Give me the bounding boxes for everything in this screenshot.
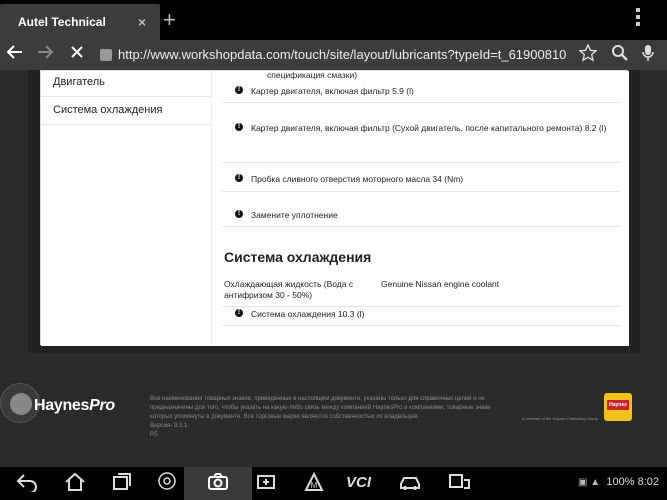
browser-toolbar: http://www.workshopdata.com/touch/site/l… — [0, 40, 667, 70]
row-text: Картер двигателя, включая фильтр 5.9 (l) — [251, 86, 414, 96]
row-text: Система охлаждения 10.3 (l) — [251, 309, 365, 319]
browser-tab[interactable]: Autel Technical × — [0, 4, 160, 40]
star-icon[interactable] — [578, 43, 598, 67]
sidebar: Двигатель Система охлаждения — [41, 71, 211, 346]
section-title: Система охлаждения — [224, 249, 372, 265]
page-footer: HaynesPro Все наименования товарных знак… — [0, 383, 667, 467]
url-field[interactable]: http://www.workshopdata.com/touch/site/l… — [118, 47, 570, 62]
info-icon: ! — [235, 123, 243, 131]
content-panel: Двигатель Система охлаждения спецификаци… — [40, 70, 629, 346]
info-icon: ! — [235, 174, 243, 182]
remote-support-icon[interactable] — [448, 472, 472, 497]
arrow-left-icon[interactable] — [6, 43, 24, 66]
microphone-icon[interactable] — [641, 44, 655, 67]
back-icon[interactable] — [16, 472, 38, 497]
system-nav-bar: M VCI ▣ ▲ 100% 8:02 — [0, 467, 667, 500]
svg-text:M: M — [311, 481, 318, 490]
screen-capture-icon[interactable] — [256, 472, 276, 497]
new-tab-icon[interactable]: + — [163, 7, 176, 33]
divider — [222, 306, 620, 307]
info-icon: ! — [235, 210, 243, 218]
refresh-icon[interactable] — [68, 43, 86, 66]
list-item: спецификация смазки) — [222, 70, 620, 80]
maxi-app-icon[interactable]: M — [304, 471, 324, 497]
main-content: спецификация смазки) ! Картер двигателя,… — [211, 70, 629, 346]
list-item: ! Пробка сливного отверстия моторного ма… — [222, 174, 620, 192]
status-bar: 100% 8:02 — [606, 476, 659, 488]
list-item: ! Картер двигателя, включая фильтр 5.9 (… — [222, 86, 620, 103]
page-icon — [100, 49, 112, 61]
row-text: Картер двигателя, включая фильтр (Сухой … — [251, 123, 607, 133]
recent-apps-icon[interactable] — [112, 472, 132, 497]
spec-fragment: спецификация смазки) — [267, 70, 358, 80]
sidebar-item-label: Двигатель — [53, 76, 105, 88]
vci-icon[interactable]: VCI — [346, 472, 371, 494]
spec-value: Genuine Nissan engine coolant — [381, 279, 500, 289]
arrow-right-icon[interactable] — [36, 43, 54, 66]
sidebar-item-engine[interactable]: Двигатель — [41, 71, 211, 97]
list-item: ! Система охлаждения 10.3 (l) — [222, 309, 620, 326]
member-text: A member of the Haynes Publishing Group — [522, 416, 598, 421]
status-icons: ▣ ▲ — [578, 477, 601, 488]
list-item: ! Замените уплотнение — [222, 210, 620, 227]
chrome-icon[interactable] — [158, 472, 176, 495]
page-viewport: Двигатель Система охлаждения спецификаци… — [0, 70, 667, 467]
overflow-menu-icon[interactable] — [636, 8, 642, 26]
battery-text: 100% — [606, 476, 635, 488]
row-text: Замените уплотнение — [251, 210, 338, 220]
haynespro-logo: HaynesPro — [34, 397, 115, 414]
camera-icon[interactable] — [184, 467, 252, 500]
sidebar-item-cooling[interactable]: Система охлаждения — [41, 97, 211, 125]
haynes-badge-icon: Haynes — [604, 393, 632, 421]
spec-label: Охлаждающая жидкость (Вода с антифризом … — [224, 279, 354, 300]
vehicle-icon[interactable] — [398, 472, 422, 497]
sidebar-item-label: Система охлаждения — [53, 104, 163, 116]
clock-text: 8:02 — [637, 476, 659, 488]
list-item: ! Картер двигателя, включая фильтр (Сухо… — [222, 123, 620, 163]
search-icon[interactable] — [611, 44, 629, 67]
tab-title: Autel Technical — [18, 15, 106, 29]
info-icon: ! — [235, 86, 243, 94]
close-tab-icon[interactable]: × — [138, 14, 146, 30]
disclaimer-text: Все наименования товарных знаков, привед… — [150, 396, 491, 438]
info-icon: ! — [235, 309, 243, 317]
tab-strip: Autel Technical × + — [0, 0, 667, 40]
row-text: Пробка сливного отверстия моторного масл… — [251, 174, 464, 184]
home-icon[interactable] — [64, 472, 86, 497]
